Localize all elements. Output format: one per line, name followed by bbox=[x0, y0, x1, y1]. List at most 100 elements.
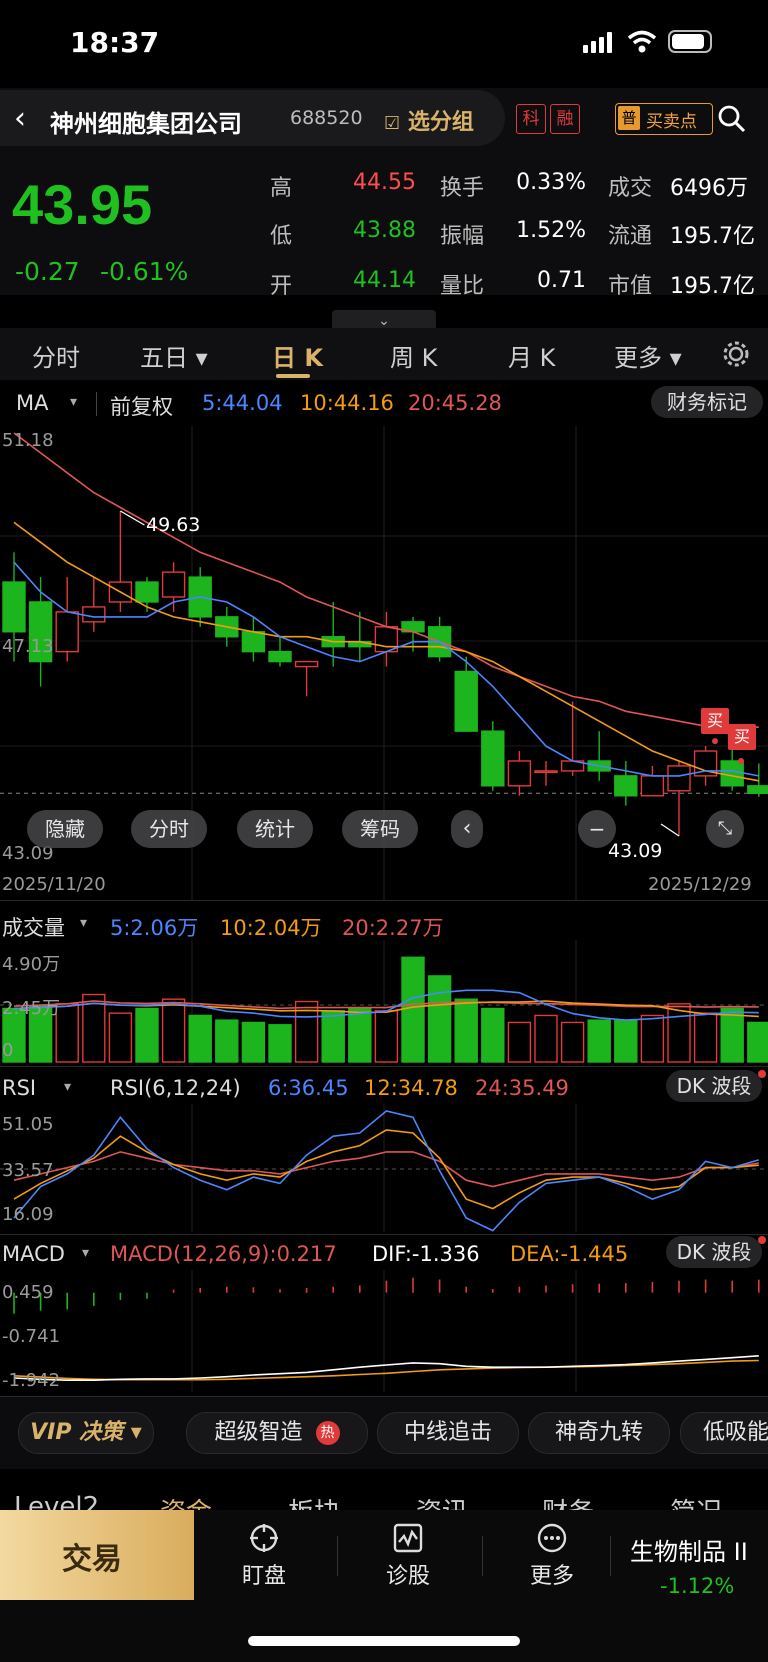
dif-line bbox=[13, 1355, 759, 1381]
ma10-value: 10:44.16 bbox=[300, 391, 394, 415]
battery-icon bbox=[668, 30, 712, 53]
diagnose-chart-icon[interactable] bbox=[392, 1522, 424, 1554]
buy-sell-point-button[interactable]: 普 买卖点 bbox=[615, 103, 713, 135]
sector-name[interactable]: 生物制品 II bbox=[630, 1532, 748, 1567]
intraday-overlay-button[interactable]: 分时 bbox=[131, 810, 207, 848]
expand-quote-button[interactable]: ⌄ bbox=[332, 310, 436, 330]
candle-body bbox=[534, 770, 558, 774]
buy-dot bbox=[738, 757, 744, 764]
dk-wave-button-rsi[interactable]: DK 波段 bbox=[666, 1070, 762, 1102]
status-bar: 18:37 bbox=[0, 0, 768, 88]
volume-dropdown-icon[interactable]: ▾ bbox=[80, 915, 87, 931]
macd-y-top: 0.459 bbox=[2, 1282, 54, 1303]
ma-indicator-name[interactable]: MA bbox=[16, 391, 48, 415]
chip-super-smart[interactable]: 超级智造 热 bbox=[186, 1412, 368, 1454]
dk-wave-button-macd[interactable]: DK 波段 bbox=[666, 1236, 762, 1268]
rsi-dropdown-icon[interactable]: ▾ bbox=[64, 1079, 71, 1095]
tab-five-day[interactable]: 五日 ▾ bbox=[140, 338, 208, 373]
fullscreen-icon[interactable]: ⤡ bbox=[706, 810, 744, 848]
quote-value: 195.7亿 bbox=[670, 224, 755, 249]
info-tab[interactable]: 资金 bbox=[160, 1492, 212, 1510]
divider bbox=[96, 392, 97, 416]
tab-monthly-k[interactable]: 月 K bbox=[508, 338, 555, 373]
trade-button[interactable]: 交易 bbox=[0, 1510, 194, 1600]
tab-intraday[interactable]: 分时 bbox=[32, 338, 80, 373]
stats-button[interactable]: 统计 bbox=[237, 810, 313, 848]
info-tab[interactable]: 资讯 bbox=[416, 1492, 468, 1510]
candle-body bbox=[507, 760, 532, 787]
volume-bar bbox=[108, 1012, 133, 1063]
stock-name[interactable]: 神州细胞集团公司 bbox=[50, 104, 242, 139]
macd-dropdown-icon[interactable]: ▾ bbox=[82, 1245, 89, 1261]
gear-icon[interactable] bbox=[721, 339, 751, 369]
quote-value: 43.88 bbox=[353, 218, 416, 243]
candle-body bbox=[135, 581, 159, 603]
last-price: 43.95 bbox=[12, 173, 153, 236]
vip-decision-button[interactable]: VIP 决策 ▾ bbox=[18, 1412, 154, 1454]
info-tab[interactable]: 财务 bbox=[542, 1492, 594, 1510]
macd-name[interactable]: MACD bbox=[2, 1242, 65, 1266]
candle-body bbox=[720, 760, 744, 787]
tab-more[interactable]: 更多 ▾ bbox=[614, 338, 682, 373]
buy-mark[interactable]: 买 bbox=[728, 724, 756, 750]
chips-button[interactable]: 筹码 bbox=[342, 810, 418, 848]
info-tab[interactable]: 板块 bbox=[288, 1492, 340, 1510]
price-change-pct: -0.61% bbox=[100, 257, 189, 286]
divider bbox=[610, 1536, 611, 1576]
rsi-chart[interactable] bbox=[0, 1104, 768, 1232]
back-icon[interactable]: ‹ bbox=[14, 101, 26, 136]
volume-y-top: 4.90万 bbox=[2, 954, 61, 975]
volume-name[interactable]: 成交量 bbox=[2, 912, 65, 942]
chip-midline-chase[interactable]: 中线追击 bbox=[377, 1412, 519, 1454]
info-tab[interactable]: Level2 bbox=[14, 1492, 99, 1510]
volume-chart[interactable] bbox=[0, 940, 768, 1065]
panel-divider bbox=[0, 900, 768, 901]
quote-value: 195.7亿 bbox=[670, 274, 755, 299]
quote-label: 高 bbox=[270, 176, 293, 201]
select-group-label: 选分组 bbox=[407, 110, 474, 135]
chip-magic-nine[interactable]: 神奇九转 bbox=[528, 1412, 670, 1454]
signal-icon bbox=[583, 31, 617, 53]
candle-body bbox=[667, 765, 691, 792]
search-icon[interactable] bbox=[717, 104, 747, 134]
kline-low-label: 43.09 bbox=[608, 840, 663, 862]
macd-chart[interactable] bbox=[0, 1270, 768, 1392]
stock-code: 688520 bbox=[290, 107, 363, 129]
watch-button[interactable]: 盯盘 bbox=[224, 1558, 304, 1590]
chip-low-buy[interactable]: 低吸能 bbox=[680, 1412, 768, 1454]
target-icon[interactable] bbox=[248, 1522, 280, 1554]
diagnose-button[interactable]: 诊股 bbox=[368, 1558, 448, 1590]
quote-label: 低 bbox=[270, 224, 293, 249]
more-dots-icon[interactable] bbox=[536, 1522, 568, 1554]
finance-mark-button[interactable]: 财务标记 bbox=[651, 386, 763, 418]
volume-bar bbox=[241, 1021, 266, 1063]
quote-label: 换手 bbox=[440, 176, 485, 201]
info-tab[interactable]: 简况 bbox=[670, 1492, 722, 1510]
volume-bar bbox=[614, 1019, 638, 1063]
volume-bar bbox=[321, 1010, 345, 1063]
hide-button[interactable]: 隐藏 bbox=[27, 810, 103, 848]
tab-daily-k[interactable]: 日 K bbox=[272, 338, 323, 373]
quote-value: 1.52% bbox=[516, 218, 586, 243]
quote-value: 44.14 bbox=[353, 268, 416, 293]
adjust-mode[interactable]: 前复权 bbox=[110, 391, 173, 421]
kline-date-end: 2025/12/29 bbox=[648, 874, 752, 895]
more-button[interactable]: 更多 bbox=[512, 1558, 592, 1590]
buy-mark[interactable]: 买 bbox=[701, 708, 729, 734]
tag-pu: 普 bbox=[618, 106, 640, 130]
candle-body bbox=[268, 650, 292, 663]
quote-label: 量比 bbox=[440, 274, 485, 299]
quote-value: 0.33% bbox=[516, 170, 586, 195]
zoom-out-icon[interactable]: − bbox=[578, 810, 616, 848]
rsi-name[interactable]: RSI bbox=[2, 1076, 36, 1100]
ma-dropdown-icon[interactable]: ▾ bbox=[70, 394, 77, 410]
candle-body bbox=[82, 606, 106, 623]
tab-weekly-k[interactable]: 周 K bbox=[390, 338, 437, 373]
select-group-button[interactable]: ☑ 选分组 bbox=[384, 104, 474, 136]
chevron-left-icon[interactable]: ‹ bbox=[451, 810, 483, 848]
macd-dif: DIF:-1.336 bbox=[372, 1242, 480, 1266]
rsi24-value: 24:35.49 bbox=[475, 1076, 569, 1100]
macd-y-bottom: -1.942 bbox=[2, 1370, 61, 1391]
volume-ma5: 5:2.06万 bbox=[110, 916, 199, 940]
candle-body bbox=[161, 571, 186, 598]
